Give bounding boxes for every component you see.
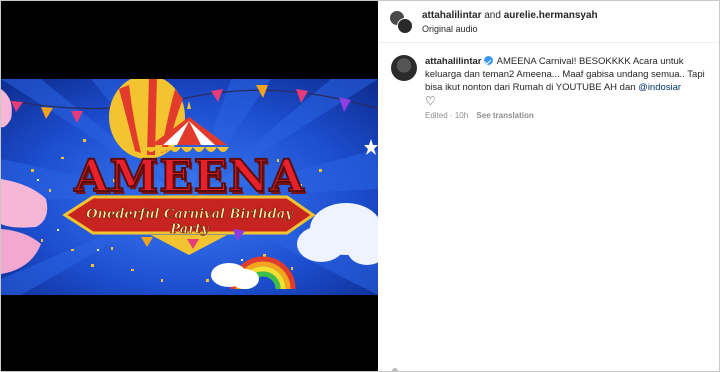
username-link[interactable]: aurelie.hermansyah [504,10,598,21]
see-translation-link[interactable]: See translation [476,111,533,120]
scroll-indicator [392,368,398,371]
verified-badge-icon [483,56,493,65]
banner-subtitle: Onederful Carnival Birthday Party [86,207,293,238]
banner-title: AMEENA [73,150,305,203]
mention-link[interactable]: @indosiar [638,82,681,93]
edited-label: Edited [425,111,448,120]
caption-username[interactable]: attahalilintar [425,56,482,67]
avatar [397,18,413,34]
caption-body: attahalilintar AMEENA Carnival! BESOKKKK… [425,55,715,108]
caption-meta: Edited · 10h See translation [425,111,534,120]
collab-usernames: attahalilintar and aurelie.hermansyah [422,10,598,21]
post-window: AMEENA Onederful Carnival Birthday Party [0,0,720,372]
audio-link[interactable]: Original audio [422,24,478,34]
heart-icon[interactable]: ♡ [425,95,715,108]
post-header: attahalilintar and aurelie.hermansyah Or… [378,1,719,43]
avatar[interactable] [391,55,417,81]
collab-avatars[interactable] [389,10,413,34]
video-banner[interactable]: AMEENA Onederful Carnival Birthday Party [1,79,378,295]
media-pane[interactable]: AMEENA Onederful Carnival Birthday Party [1,1,378,371]
username-link[interactable]: attahalilintar [422,10,481,21]
post-info-pane: attahalilintar and aurelie.hermansyah Or… [378,1,719,371]
timestamp[interactable]: 10h [455,111,468,120]
and-text: and [484,10,501,21]
